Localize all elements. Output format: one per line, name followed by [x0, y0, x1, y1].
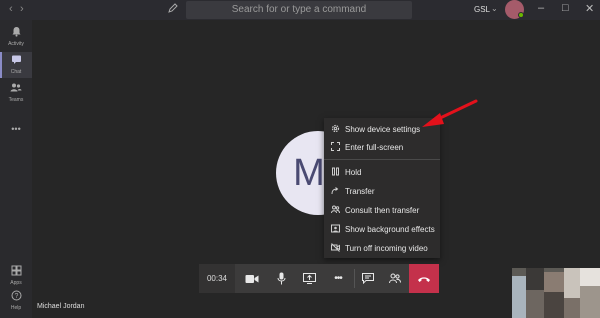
pause-icon: [331, 167, 340, 178]
menu-item-hold[interactable]: Hold: [324, 163, 440, 181]
microphone-button[interactable]: [266, 264, 296, 293]
chevron-down-icon[interactable]: ⌄: [491, 4, 498, 13]
participants-icon: [389, 273, 401, 284]
menu-item-full-screen[interactable]: Enter full-screen: [324, 138, 440, 156]
help-icon: ?: [0, 290, 32, 304]
rail-item-label: Chat: [10, 69, 22, 75]
forward-arrow-icon[interactable]: ›: [20, 3, 24, 15]
more-actions-button[interactable]: •••: [323, 264, 353, 293]
back-arrow-icon[interactable]: ‹: [9, 3, 13, 15]
menu-item-label: Show background effects: [345, 225, 435, 234]
gear-icon: [331, 124, 340, 135]
hang-up-icon: [418, 277, 430, 283]
chat-icon: [362, 273, 374, 285]
share-screen-button[interactable]: [294, 264, 324, 293]
consult-icon: [331, 205, 340, 216]
background-effects-icon: [331, 224, 340, 235]
full-screen-icon: [331, 142, 340, 153]
rail-item-teams[interactable]: Teams: [0, 82, 32, 106]
share-screen-icon: [302, 273, 316, 285]
rail-more-label: •••: [11, 124, 21, 134]
rail-item-help[interactable]: ? Help: [0, 290, 32, 312]
microphone-icon: [277, 272, 285, 285]
more-actions-menu: Show device settings Enter full-screen H…: [324, 118, 440, 258]
rail-item-label: Activity: [8, 41, 24, 47]
menu-item-label: Transfer: [345, 187, 375, 196]
transfer-icon: [331, 186, 340, 197]
chat-icon: [0, 54, 32, 68]
menu-item-consult-transfer[interactable]: Consult then transfer: [324, 201, 440, 219]
call-controls: 00:34 •••: [199, 264, 438, 293]
camera-icon: [245, 274, 259, 283]
search-input[interactable]: Search for or type a command: [186, 1, 412, 19]
teams-icon: [0, 82, 32, 96]
apps-icon: [0, 265, 32, 279]
participants-button[interactable]: [380, 264, 410, 293]
self-view-thumbnail[interactable]: [512, 268, 600, 318]
avatar-initial: M: [293, 152, 325, 194]
rail-item-apps[interactable]: Apps: [0, 265, 32, 287]
participant-name: Michael Jordan: [37, 303, 85, 310]
bell-icon: [0, 26, 32, 40]
menu-item-label: Hold: [345, 168, 362, 177]
app-rail: Activity Chat Teams ••• Apps ? Help: [0, 20, 32, 318]
rail-item-label: Apps: [10, 280, 22, 286]
hang-up-button[interactable]: [409, 264, 439, 293]
compose-icon[interactable]: [168, 3, 178, 16]
menu-item-label: Enter full-screen: [345, 143, 404, 152]
maximize-button[interactable]: □: [562, 2, 569, 14]
video-off-icon: [331, 243, 340, 254]
rail-item-label: Help: [10, 305, 22, 311]
rail-item-chat[interactable]: Chat: [0, 52, 32, 78]
minimize-button[interactable]: –: [538, 2, 544, 14]
menu-item-label: Consult then transfer: [345, 206, 420, 215]
call-timer: 00:34: [199, 264, 235, 293]
org-label[interactable]: GSL: [474, 5, 490, 14]
menu-item-turn-off-video[interactable]: Turn off incoming video: [324, 239, 440, 257]
menu-divider: [324, 159, 440, 160]
rail-item-label: Teams: [8, 97, 24, 103]
title-bar: ‹ › Search for or type a command GSL ⌄ –…: [0, 0, 600, 20]
svg-text:?: ?: [14, 293, 18, 300]
more-apps-icon[interactable]: •••: [0, 124, 32, 136]
close-button[interactable]: ✕: [585, 2, 594, 15]
camera-button[interactable]: [237, 264, 267, 293]
menu-item-transfer[interactable]: Transfer: [324, 182, 440, 200]
menu-item-label: Turn off incoming video: [345, 244, 428, 253]
chat-button[interactable]: [353, 264, 383, 293]
menu-item-label: Show device settings: [345, 125, 421, 134]
annotation-arrow-icon: [422, 99, 478, 127]
presence-icon: [518, 12, 524, 18]
menu-item-background-effects[interactable]: Show background effects: [324, 220, 440, 238]
rail-item-activity[interactable]: Activity: [0, 26, 32, 50]
